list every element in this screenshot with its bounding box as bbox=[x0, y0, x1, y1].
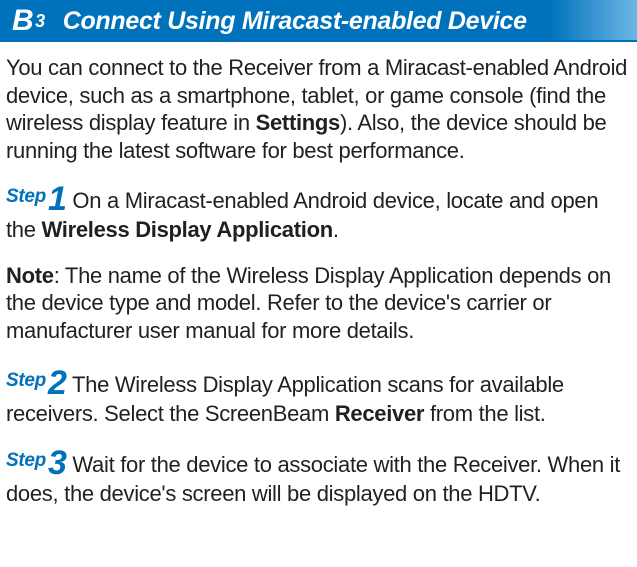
step-num: 2 bbox=[48, 364, 67, 402]
intro-paragraph: You can connect to the Receiver from a M… bbox=[6, 54, 631, 164]
step-1-label: Step1 bbox=[6, 188, 67, 213]
step-num: 1 bbox=[48, 180, 67, 218]
badge-superscript: 3 bbox=[35, 0, 45, 42]
step-1-post: . bbox=[333, 217, 339, 242]
note-text: : The name of the Wireless Display Appli… bbox=[6, 263, 611, 343]
section-header: B3 Connect Using Miracast-enabled Device bbox=[0, 0, 637, 42]
step-3: Step3 Wait for the device to associate w… bbox=[6, 446, 631, 508]
step-2: Step2 The Wireless Display Application s… bbox=[6, 366, 631, 428]
document-page: B3 Connect Using Miracast-enabled Device… bbox=[0, 0, 637, 507]
intro-bold: Settings bbox=[256, 110, 340, 135]
step-word: Step bbox=[6, 186, 46, 207]
step-1-text: Step1 On a Miracast-enabled Android devi… bbox=[6, 188, 598, 242]
step-2-post: from the list. bbox=[424, 401, 545, 426]
step-3-text: Step3 Wait for the device to associate w… bbox=[6, 452, 620, 506]
section-title: Connect Using Miracast-enabled Device bbox=[55, 7, 527, 36]
step-2-label: Step2 bbox=[6, 372, 67, 397]
note-label: Note bbox=[6, 263, 54, 288]
section-badge: B3 bbox=[0, 0, 55, 42]
step-2-bold: Receiver bbox=[335, 401, 424, 426]
step-num: 3 bbox=[48, 444, 67, 482]
section-title-wrap: Connect Using Miracast-enabled Device bbox=[55, 0, 637, 42]
body-content: You can connect to the Receiver from a M… bbox=[0, 54, 637, 507]
step-word: Step bbox=[6, 450, 46, 471]
step-3-label: Step3 bbox=[6, 452, 67, 477]
step-word: Step bbox=[6, 370, 46, 391]
note-block: Note: The name of the Wireless Display A… bbox=[6, 262, 631, 345]
badge-letter: B bbox=[12, 0, 33, 42]
step-3-pre: Wait for the device to associate with th… bbox=[6, 452, 620, 506]
step-2-text: Step2 The Wireless Display Application s… bbox=[6, 372, 564, 426]
step-1-bold: Wireless Display Application bbox=[42, 217, 333, 242]
step-1: Step1 On a Miracast-enabled Android devi… bbox=[6, 182, 631, 244]
